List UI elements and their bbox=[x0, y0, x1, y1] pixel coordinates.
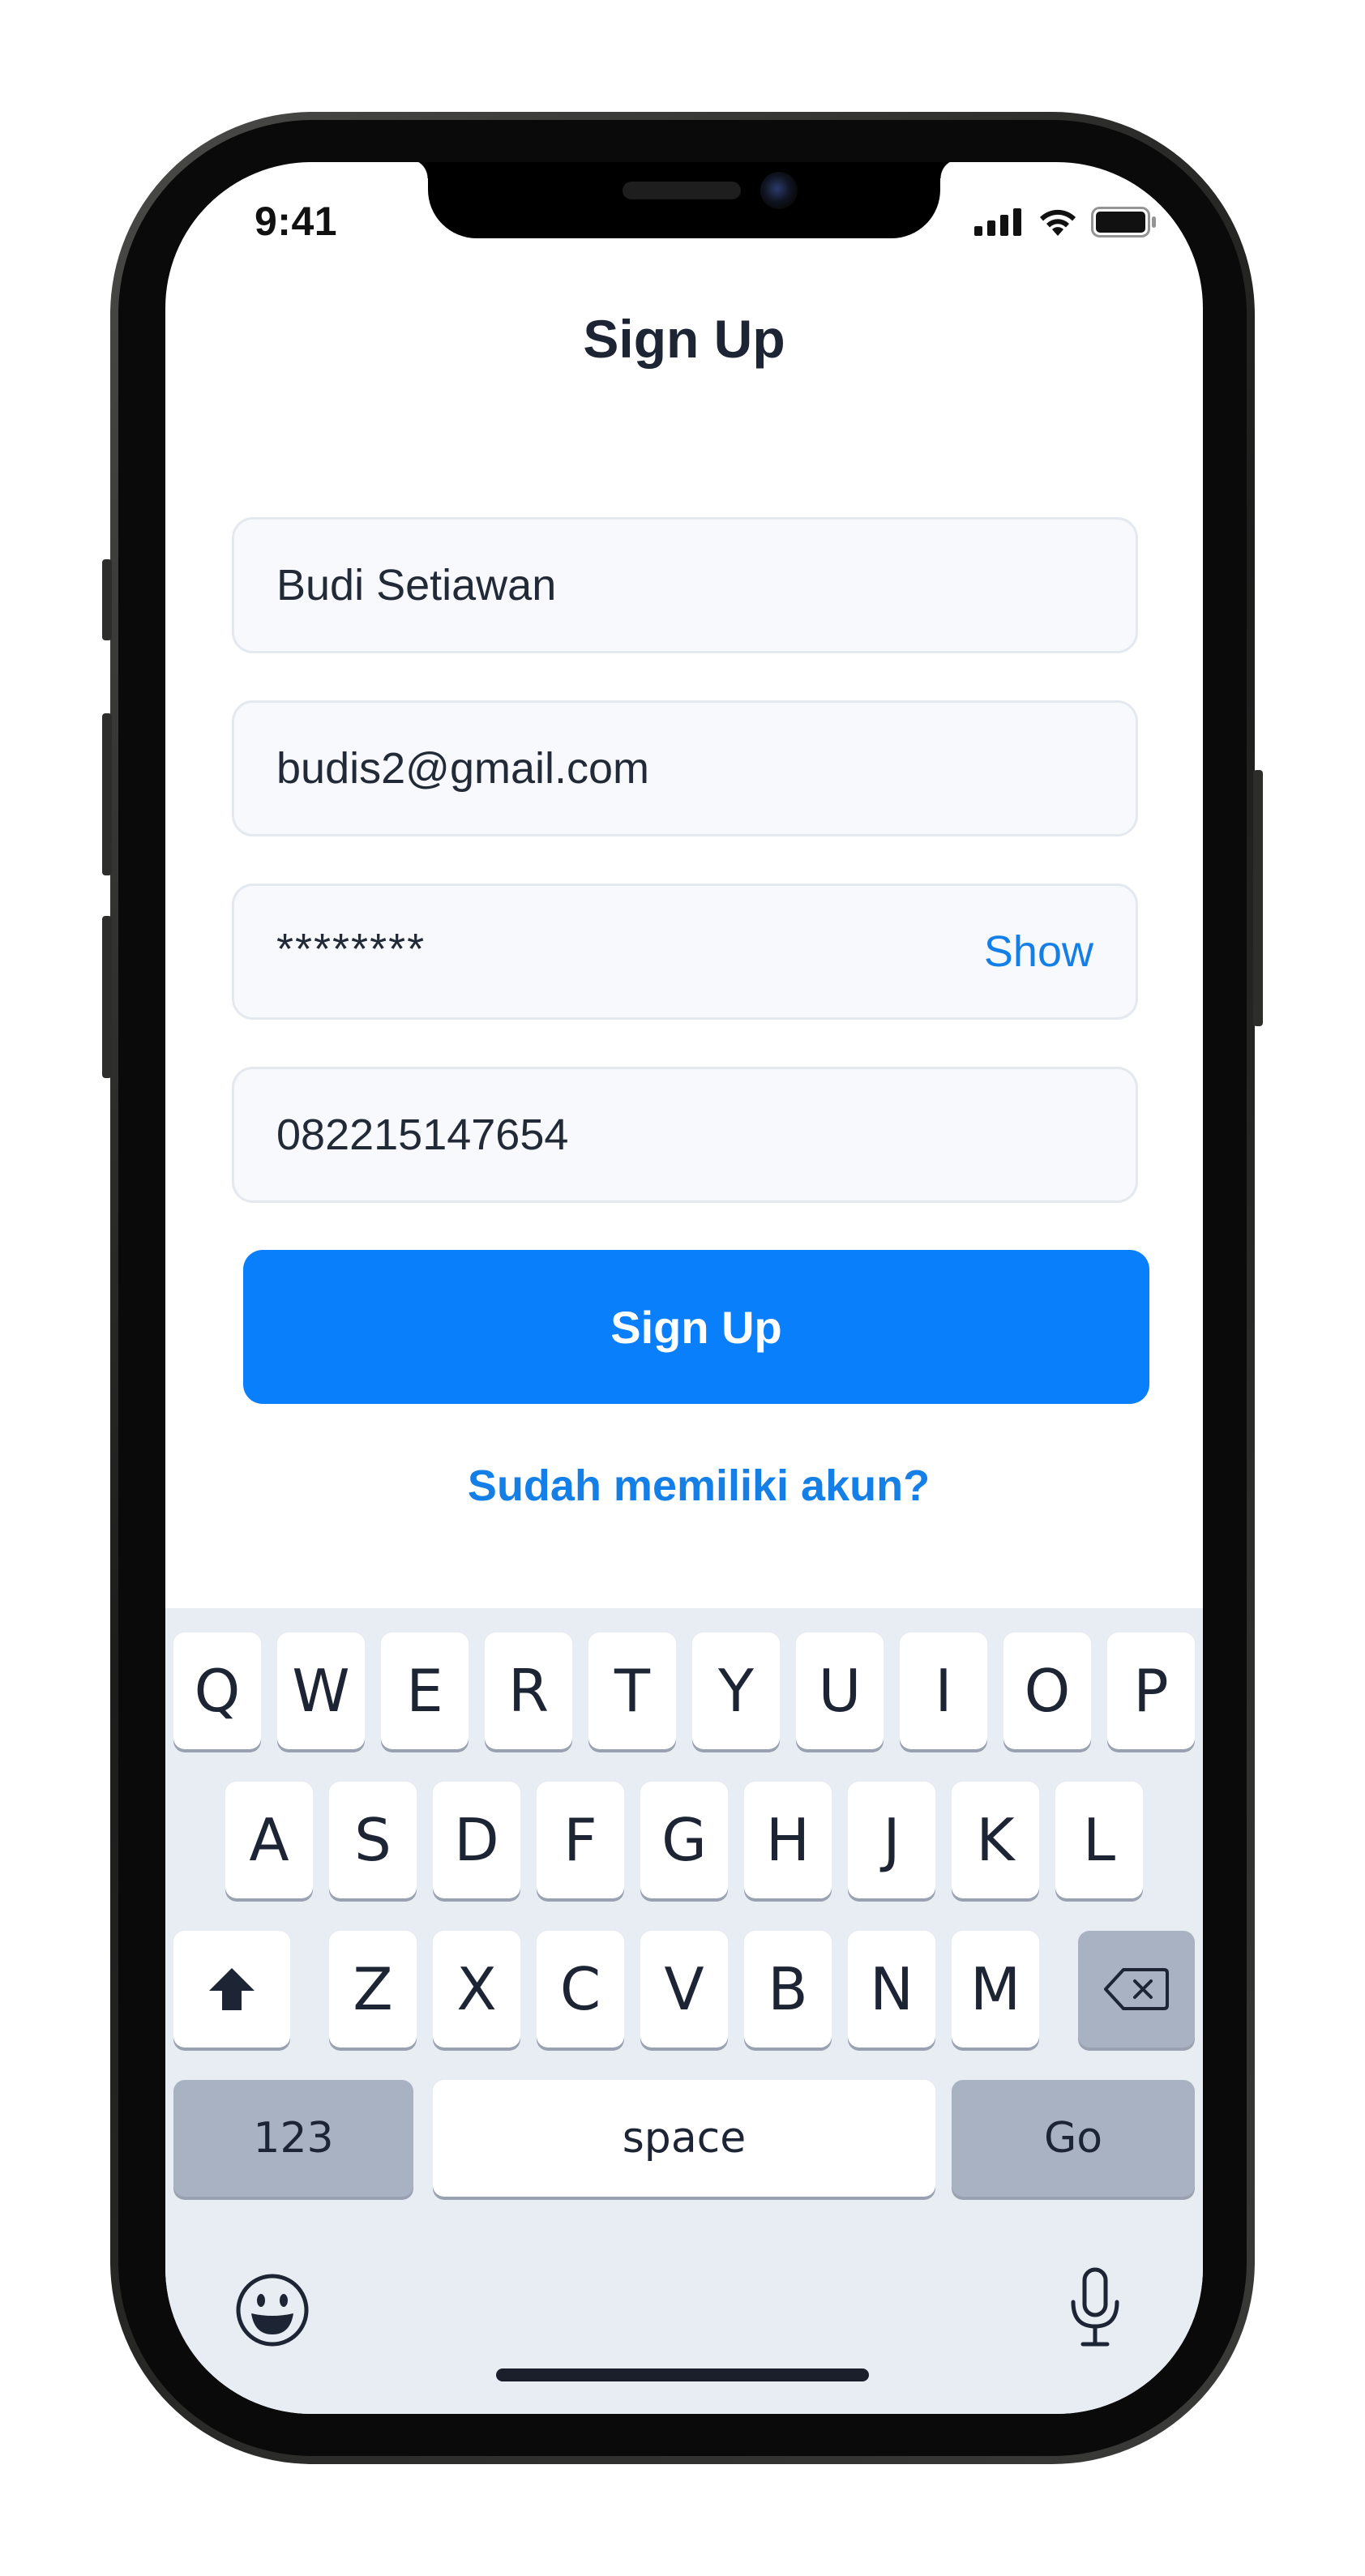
backspace-key[interactable] bbox=[1078, 1931, 1195, 2048]
signal-icon bbox=[974, 208, 1021, 236]
login-link[interactable]: Sudah memiliki akun? bbox=[165, 1461, 1203, 1511]
key-h[interactable]: H bbox=[744, 1782, 832, 1898]
key-b[interactable]: B bbox=[744, 1931, 832, 2048]
backspace-icon bbox=[1104, 1968, 1169, 2010]
volume-down-button bbox=[102, 916, 112, 1078]
status-icons bbox=[974, 204, 1157, 240]
key-g[interactable]: G bbox=[640, 1782, 728, 1898]
key-j[interactable]: J bbox=[848, 1782, 935, 1898]
key-z[interactable]: Z bbox=[329, 1931, 417, 2048]
battery-icon bbox=[1091, 207, 1156, 237]
key-d[interactable]: D bbox=[433, 1782, 520, 1898]
key-r[interactable]: R bbox=[485, 1632, 572, 1749]
show-password-toggle[interactable]: Show bbox=[984, 926, 1093, 977]
emoji-icon[interactable] bbox=[233, 2271, 311, 2349]
name-field-value: Budi Setiawan bbox=[276, 561, 557, 610]
mute-switch bbox=[102, 559, 112, 640]
key-p[interactable]: P bbox=[1107, 1632, 1195, 1749]
keyboard: Q W E R T Y U I O P A S D F G H J K L Z … bbox=[165, 1608, 1203, 2414]
wifi-icon bbox=[1040, 209, 1076, 236]
volume-up-button bbox=[102, 713, 112, 875]
key-q[interactable]: Q bbox=[173, 1632, 261, 1749]
key-u[interactable]: U bbox=[796, 1632, 884, 1749]
camera-icon bbox=[760, 172, 798, 209]
shift-icon bbox=[209, 1968, 255, 2010]
email-field-value: budis2@gmail.com bbox=[276, 744, 650, 793]
key-l[interactable]: L bbox=[1055, 1782, 1143, 1898]
key-x[interactable]: X bbox=[433, 1931, 520, 2048]
go-key[interactable]: Go bbox=[952, 2080, 1195, 2197]
password-field[interactable]: ******** Show bbox=[232, 884, 1138, 1020]
space-key[interactable]: space bbox=[433, 2080, 935, 2197]
power-button bbox=[1253, 770, 1263, 1026]
key-w[interactable]: W bbox=[277, 1632, 365, 1749]
shift-key[interactable] bbox=[173, 1931, 290, 2048]
key-y[interactable]: Y bbox=[692, 1632, 780, 1749]
key-k[interactable]: K bbox=[952, 1782, 1039, 1898]
page-title: Sign Up bbox=[583, 309, 785, 369]
name-field[interactable]: Budi Setiawan bbox=[232, 517, 1138, 653]
key-o[interactable]: O bbox=[1003, 1632, 1091, 1749]
password-field-value: ******** bbox=[276, 925, 426, 973]
sign-up-button[interactable]: Sign Up bbox=[243, 1250, 1149, 1404]
phone-screen: 9:41 Sign Up Budi Setiawan budis2@gmail.… bbox=[165, 162, 1203, 2414]
phone-field-value: 082215147654 bbox=[276, 1110, 569, 1159]
key-c[interactable]: C bbox=[537, 1931, 624, 2048]
numbers-key[interactable]: 123 bbox=[173, 2080, 413, 2197]
key-n[interactable]: N bbox=[848, 1931, 935, 2048]
key-i[interactable]: I bbox=[900, 1632, 987, 1749]
email-field[interactable]: budis2@gmail.com bbox=[232, 700, 1138, 837]
key-s[interactable]: S bbox=[329, 1782, 417, 1898]
key-f[interactable]: F bbox=[537, 1782, 624, 1898]
home-indicator[interactable] bbox=[496, 2368, 869, 2381]
key-e[interactable]: E bbox=[381, 1632, 469, 1749]
notch bbox=[409, 162, 960, 238]
key-m[interactable]: M bbox=[952, 1931, 1039, 2048]
key-a[interactable]: A bbox=[225, 1782, 313, 1898]
key-v[interactable]: V bbox=[640, 1931, 728, 2048]
speaker-grille bbox=[623, 182, 741, 199]
status-time: 9:41 bbox=[255, 199, 338, 244]
microphone-icon[interactable] bbox=[1067, 2266, 1123, 2351]
phone-field[interactable]: 082215147654 bbox=[232, 1067, 1138, 1203]
key-t[interactable]: T bbox=[588, 1632, 676, 1749]
